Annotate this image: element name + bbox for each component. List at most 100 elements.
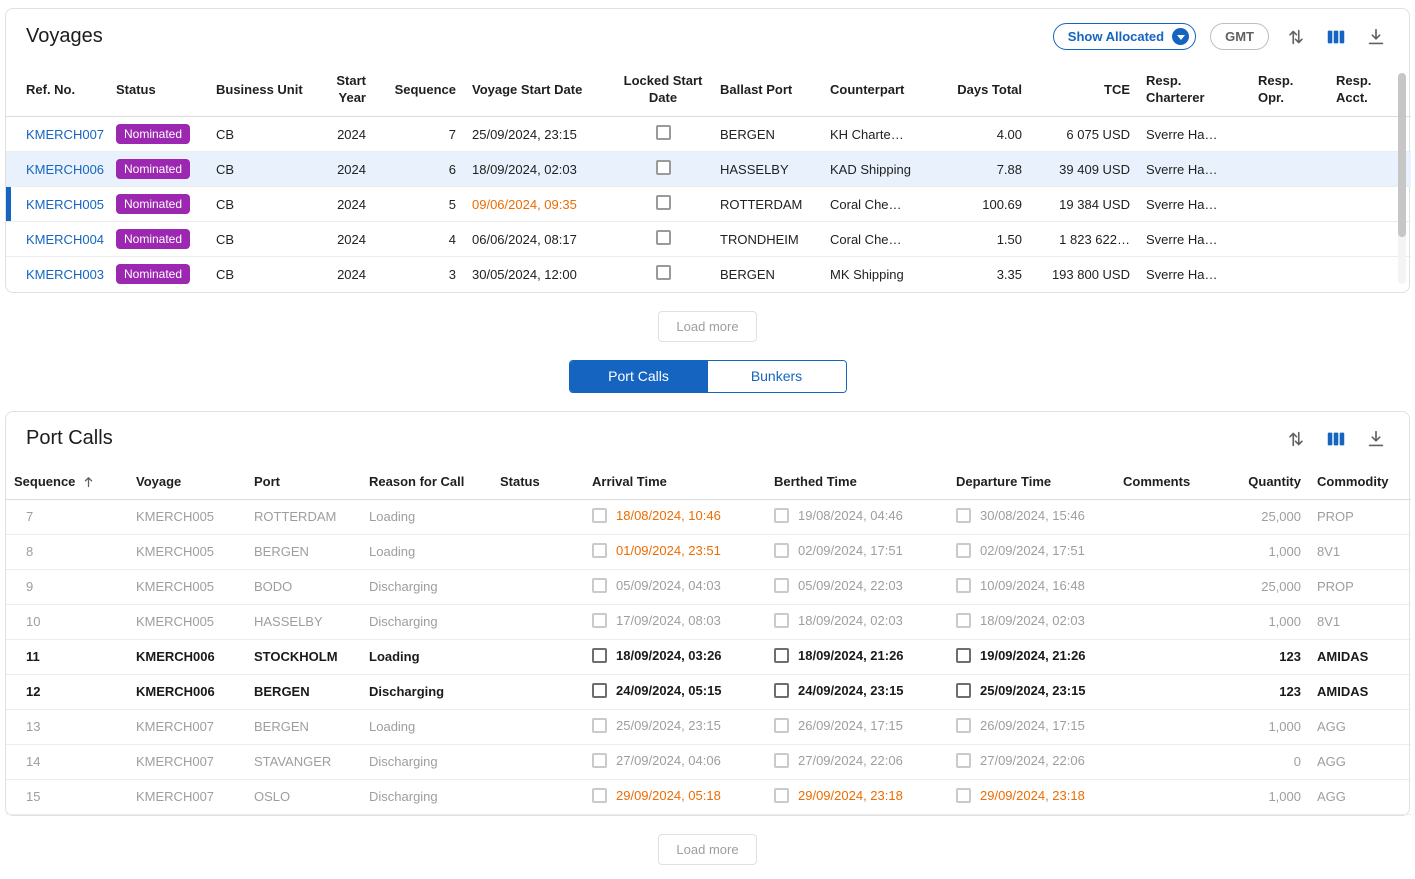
voyages-load-more-button[interactable]: Load more (658, 311, 756, 342)
column-header-reason-for-call[interactable]: Reason for Call (361, 464, 492, 500)
column-header-start-year[interactable]: Start Year (326, 62, 374, 117)
column-header-resp-charterer[interactable]: Resp. Charterer (1138, 62, 1250, 117)
vertical-scrollbar[interactable] (1398, 73, 1406, 284)
departure-time-checkbox[interactable] (956, 683, 971, 698)
locked-start-date-checkbox[interactable] (656, 160, 671, 175)
berthed-time-checkbox[interactable] (774, 508, 789, 523)
reason-for-call-cell: Discharging (361, 674, 492, 709)
column-header-commodity[interactable]: Commodity (1309, 464, 1411, 500)
download-button[interactable] (1363, 426, 1389, 452)
locked-start-date-checkbox[interactable] (656, 125, 671, 140)
column-header-business-unit[interactable]: Business Unit (208, 62, 326, 117)
departure-time-checkbox[interactable] (956, 613, 971, 628)
arrival-time-checkbox[interactable] (592, 543, 607, 558)
port-call-row[interactable]: 12KMERCH006BERGENDischarging24/09/2024, … (6, 674, 1411, 709)
berthed-time-checkbox[interactable] (774, 788, 789, 803)
port-cell: HASSELBY (246, 604, 361, 639)
column-header-quantity[interactable]: Quantity (1225, 464, 1309, 500)
arrival-time-checkbox[interactable] (592, 613, 607, 628)
departure-time-checkbox[interactable] (956, 648, 971, 663)
resp-opr-cell (1250, 117, 1328, 152)
column-header-status[interactable]: Status (492, 464, 584, 500)
voyage-row[interactable]: KMERCH003NominatedCB2024330/05/2024, 12:… (6, 257, 1411, 292)
show-allocated-dropdown[interactable]: Show Allocated (1053, 23, 1196, 50)
port-call-row[interactable]: 13KMERCH007BERGENLoading25/09/2024, 23:1… (6, 709, 1411, 744)
column-header-days-total[interactable]: Days Total (944, 62, 1030, 117)
column-header-ballast-port[interactable]: Ballast Port (712, 62, 822, 117)
business-unit-cell: CB (208, 187, 326, 222)
column-header-comments[interactable]: Comments (1115, 464, 1225, 500)
berthed-time-checkbox[interactable] (774, 648, 789, 663)
voyage-ref-link[interactable]: KMERCH004 (26, 232, 104, 247)
column-header-voyage[interactable]: Voyage (128, 464, 246, 500)
locked-start-date-checkbox[interactable] (656, 230, 671, 245)
port-call-row[interactable]: 15KMERCH007OSLODischarging29/09/2024, 05… (6, 779, 1411, 814)
columns-button[interactable] (1323, 426, 1349, 452)
column-header-resp-opr[interactable]: Resp. Opr. (1250, 62, 1328, 117)
voyage-row[interactable]: KMERCH004NominatedCB2024406/06/2024, 08:… (6, 222, 1411, 257)
arrival-time-checkbox[interactable] (592, 508, 607, 523)
arrival-time-checkbox[interactable] (592, 718, 607, 733)
quantity-cell: 1,000 (1225, 709, 1309, 744)
column-header-counterpart[interactable]: Counterpart (822, 62, 944, 117)
arrival-time-value: 17/09/2024, 08:03 (616, 613, 721, 628)
voyage-row[interactable]: KMERCH006NominatedCB2024618/09/2024, 02:… (6, 152, 1411, 187)
column-header-berthed-time[interactable]: Berthed Time (766, 464, 948, 500)
port-calls-load-more-button[interactable]: Load more (658, 834, 756, 865)
departure-time-checkbox[interactable] (956, 578, 971, 593)
berthed-time-checkbox[interactable] (774, 753, 789, 768)
column-header-locked-start-date[interactable]: Locked Start Date (614, 62, 712, 117)
departure-time-checkbox[interactable] (956, 508, 971, 523)
column-header-port[interactable]: Port (246, 464, 361, 500)
port-call-row[interactable]: 7KMERCH005ROTTERDAMLoading18/08/2024, 10… (6, 499, 1411, 534)
arrival-time-checkbox[interactable] (592, 753, 607, 768)
voyage-ref-link[interactable]: KMERCH005 (26, 197, 104, 212)
voyage-ref-link[interactable]: KMERCH007 (26, 127, 104, 142)
voyage-ref-link[interactable]: KMERCH003 (26, 267, 104, 282)
column-header-ref-no[interactable]: Ref. No. (6, 62, 108, 117)
columns-button[interactable] (1323, 24, 1349, 50)
sort-button[interactable] (1283, 426, 1309, 452)
port-call-row[interactable]: 11KMERCH006STOCKHOLMLoading18/09/2024, 0… (6, 639, 1411, 674)
port-call-row[interactable]: 10KMERCH005HASSELBYDischarging17/09/2024… (6, 604, 1411, 639)
column-header-voyage-start-date[interactable]: Voyage Start Date (464, 62, 614, 117)
berthed-time-checkbox[interactable] (774, 613, 789, 628)
column-header-sequence[interactable]: Sequence (374, 62, 464, 117)
voyages-load-more-wrap: Load more (0, 293, 1415, 356)
departure-time-checkbox[interactable] (956, 788, 971, 803)
port-call-row[interactable]: 8KMERCH005BERGENLoading01/09/2024, 23:51… (6, 534, 1411, 569)
column-header-departure-time[interactable]: Departure Time (948, 464, 1115, 500)
voyage-ref-link[interactable]: KMERCH006 (26, 162, 104, 177)
voyage-row[interactable]: KMERCH007NominatedCB2024725/09/2024, 23:… (6, 117, 1411, 152)
arrival-time-checkbox[interactable] (592, 788, 607, 803)
column-header-arrival-time[interactable]: Arrival Time (584, 464, 766, 500)
timezone-button[interactable]: GMT (1210, 23, 1269, 50)
berthed-time-checkbox[interactable] (774, 578, 789, 593)
sort-button[interactable] (1283, 24, 1309, 50)
arrival-time-checkbox[interactable] (592, 683, 607, 698)
column-header-status[interactable]: Status (108, 62, 208, 117)
port-call-row[interactable]: 14KMERCH007STAVANGERDischarging27/09/202… (6, 744, 1411, 779)
port-call-row[interactable]: 9KMERCH005BODODischarging05/09/2024, 04:… (6, 569, 1411, 604)
column-header-tce[interactable]: TCE (1030, 62, 1138, 117)
berthed-time-checkbox[interactable] (774, 683, 789, 698)
tab-port-calls[interactable]: Port Calls (570, 361, 708, 392)
port-cell: STOCKHOLM (246, 639, 361, 674)
business-unit-cell: CB (208, 257, 326, 292)
voyage-row[interactable]: KMERCH005NominatedCB2024509/06/2024, 09:… (6, 187, 1411, 222)
commodity-cell: AGG (1309, 744, 1411, 779)
voyage-cell: KMERCH007 (128, 709, 246, 744)
locked-start-date-checkbox[interactable] (656, 265, 671, 280)
departure-time-checkbox[interactable] (956, 718, 971, 733)
tab-bunkers[interactable]: Bunkers (708, 361, 846, 392)
locked-start-date-checkbox[interactable] (656, 195, 671, 210)
arrival-time-checkbox[interactable] (592, 578, 607, 593)
berthed-time-checkbox[interactable] (774, 543, 789, 558)
download-button[interactable] (1363, 24, 1389, 50)
column-header-sequence[interactable]: Sequence (6, 464, 128, 500)
arrival-time-checkbox[interactable] (592, 648, 607, 663)
departure-time-checkbox[interactable] (956, 543, 971, 558)
departure-time-checkbox[interactable] (956, 753, 971, 768)
berthed-time-checkbox[interactable] (774, 718, 789, 733)
scrollbar-thumb[interactable] (1398, 73, 1406, 237)
